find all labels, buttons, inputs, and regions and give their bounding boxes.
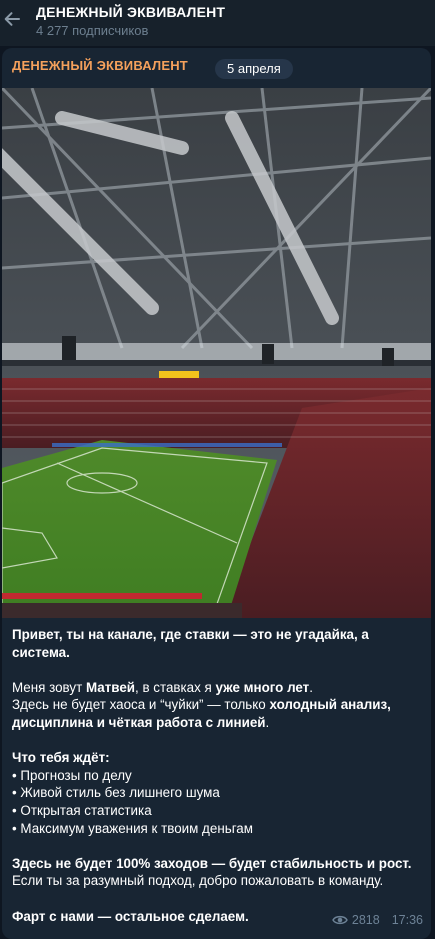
approach-part-2: . (265, 714, 270, 730)
views-count: 2818 (351, 913, 380, 927)
chat-header: ДЕНЕЖНЫЙ ЭКВИВАЛЕНТ 4 277 подписчиков (0, 0, 435, 46)
list-item: • Максимум уважения к твоим деньгам (12, 820, 253, 836)
post-list: Что тебя ждёт: • Прогнозы по делу • Живой … (12, 749, 424, 837)
channel-post: ДЕНЕЖНЫЙ ЭКВИВАЛЕНТ 5 апреля Привет, ты … (2, 48, 431, 939)
list-item: • Открытая статистика (12, 802, 152, 818)
post-paragraph-stability: Здесь не будет 100% заходов — будет стаб… (12, 855, 424, 890)
post-intro: Привет, ты на канале, где ставки — это н… (12, 627, 369, 660)
post-meta: 2818 17:36 (332, 913, 423, 927)
list-item: • Живой стиль без лишнего шума (12, 785, 220, 801)
about-part-2: , в ставках я (135, 679, 216, 695)
post-channel-name[interactable]: ДЕНЕЖНЫЙ ЭКВИВАЛЕНТ (12, 58, 188, 73)
author-name: Матвей (85, 679, 135, 695)
about-part-3: . (309, 679, 313, 695)
eye-icon (332, 915, 348, 925)
about-part-1: Меня зовут (12, 679, 86, 695)
post-text: Привет, ты на канале, где ставки — это н… (12, 626, 424, 939)
channel-title[interactable]: ДЕНЕЖНЫЙ ЭКВИВАЛЕНТ (36, 4, 225, 20)
subscriber-count: 4 277 подписчиков (36, 23, 149, 38)
post-photo[interactable] (2, 88, 431, 618)
stability-rest: Если ты за разумный подход, добро пожало… (12, 873, 384, 889)
approach-part-1: Здесь не будет хаоса и “чуйки” — только (12, 697, 270, 713)
post-paragraph-about: Меня зовут Матвей, в ставках я уже много… (12, 679, 424, 732)
date-separator: 5 апреля (215, 59, 293, 79)
experience-text: уже много лет (215, 679, 310, 695)
back-button[interactable] (2, 8, 22, 30)
list-title: Что тебя ждёт: (12, 750, 110, 766)
list-item: • Прогнозы по делу (12, 767, 132, 783)
post-time: 17:36 (391, 913, 423, 927)
stadium-photo (2, 88, 431, 618)
stability-bold: Здесь не будет 100% заходов — будет стаб… (12, 855, 412, 871)
arrow-left-icon (4, 12, 20, 26)
